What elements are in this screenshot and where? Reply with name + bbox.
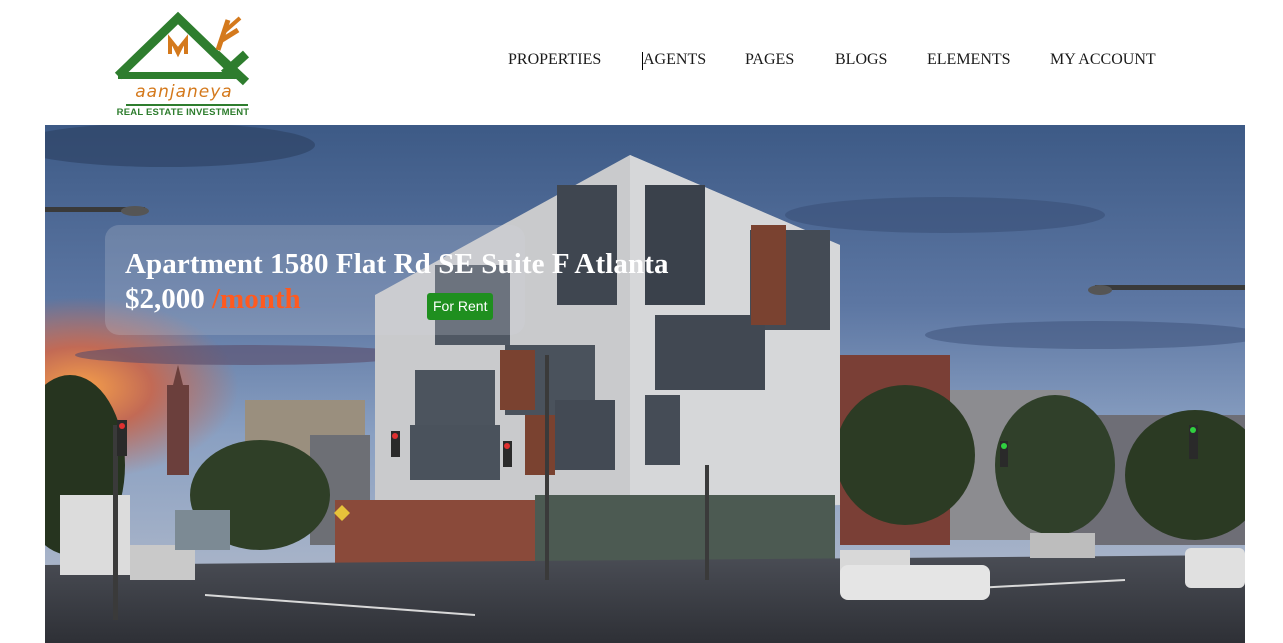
status-badge: For Rent: [427, 293, 494, 320]
nav-my-account[interactable]: MY ACCOUNT: [1050, 50, 1156, 70]
nav-pages[interactable]: PAGES: [745, 50, 794, 70]
logo-divider: [126, 104, 248, 106]
nav-properties[interactable]: PROPERTIES: [508, 50, 601, 70]
listing-title[interactable]: Apartment 1580 Flat Rd SE Suite F Atlant…: [125, 248, 669, 281]
brand-tagline: REAL ESTATE INVESTMENT: [116, 107, 250, 118]
brand-name: aanjaneya: [135, 82, 233, 102]
price-amount: $2,000: [125, 283, 205, 315]
nav-agents[interactable]: AGENTS: [643, 50, 706, 70]
price-period: /month: [212, 283, 301, 315]
nav-elements[interactable]: ELEMENTS: [927, 50, 1011, 70]
text-cursor: [642, 52, 643, 70]
property-photo: [45, 125, 1245, 643]
nav-blogs[interactable]: BLOGS: [835, 50, 887, 70]
listing-price: $2,000 /month: [125, 283, 301, 316]
hero-slider[interactable]: Apartment 1580 Flat Rd SE Suite F Atlant…: [45, 125, 1245, 643]
